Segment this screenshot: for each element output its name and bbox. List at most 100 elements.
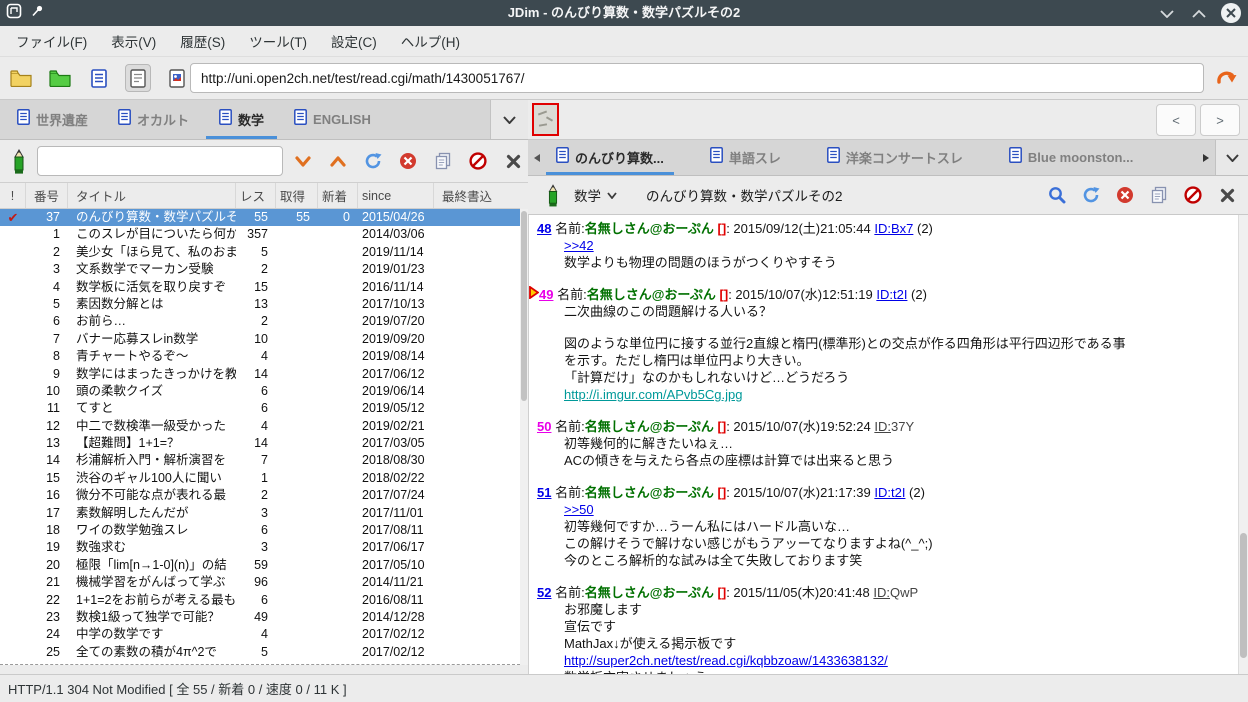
search-down-icon[interactable] <box>294 152 312 170</box>
thread-tab[interactable]: Blue moonston... <box>999 140 1143 175</box>
copy-icon[interactable] <box>1150 186 1168 204</box>
image-link[interactable]: http://i.imgur.com/APvb5Cg.jpg <box>564 387 742 402</box>
statusbar: HTTP/1.1 304 Not Modified [ 全 55 / 新着 0 … <box>0 674 1248 702</box>
column-last[interactable]: 最終書込 <box>434 183 520 208</box>
column-new[interactable]: 新着 <box>318 183 358 208</box>
close-icon[interactable] <box>1220 2 1242 24</box>
post-number-link[interactable]: 49 <box>539 287 553 302</box>
menu-item[interactable]: ツール(T) <box>237 26 319 56</box>
table-row[interactable]: ✔ 10 頭の柔軟クイズ 6 2019/06/14 <box>0 383 520 400</box>
table-row[interactable]: ✔ 37 のんびり算数・数学パズルその２ 55 55 0 2015/04/26 <box>0 209 520 227</box>
message-scrollbar[interactable] <box>1238 215 1248 674</box>
table-row[interactable]: ✔ 11 てすと 6 2019/05/12 <box>0 400 520 417</box>
board-tab[interactable]: 数学 <box>206 100 277 139</box>
thread-tab[interactable]: のんびり算数... <box>546 140 674 175</box>
stop-icon[interactable] <box>1116 186 1134 204</box>
write-icon[interactable] <box>9 148 31 175</box>
table-row[interactable]: ✔ 9 数学にはまったきっかけを教 14 2017/06/12 <box>0 366 520 383</box>
post-number-link[interactable]: 51 <box>537 485 551 500</box>
threadlist-button[interactable] <box>86 64 112 92</box>
abone-icon[interactable] <box>1184 186 1202 204</box>
close-tab-icon[interactable] <box>1218 186 1236 204</box>
minimize-icon[interactable] <box>1156 2 1178 24</box>
post-number-link[interactable]: 48 <box>537 221 551 236</box>
thread-tab[interactable]: 洋楽コンサートスレ <box>817 140 973 175</box>
image-tab-thumbnail[interactable] <box>532 103 559 136</box>
table-row[interactable]: ✔ 4 数学板に活気を取り戻すぞ 15 2016/11/14 <box>0 279 520 296</box>
search-icon[interactable] <box>1048 186 1066 204</box>
column-since[interactable]: since <box>358 183 434 208</box>
table-row[interactable]: ✔ 20 極限「lim[n→1-0](n)」の結 59 2017/05/10 <box>0 557 520 574</box>
column-res[interactable]: レス <box>236 183 276 208</box>
table-row[interactable]: ✔ 16 微分不可能な点が表れる最 2 2017/07/24 <box>0 487 520 504</box>
favorites-button[interactable] <box>47 64 73 92</box>
table-row[interactable]: ✔ 7 バナー応募スレin数学 10 2019/09/20 <box>0 331 520 348</box>
post-date: : 2015/10/07(水)21:17:39 <box>726 485 875 500</box>
table-row[interactable]: ✔ 5 素因数分解とは 13 2017/10/13 <box>0 296 520 313</box>
post-number-link[interactable]: 50 <box>537 419 551 434</box>
column-got[interactable]: 取得 <box>276 183 318 208</box>
board-tab-list-button[interactable] <box>490 100 528 139</box>
menu-item[interactable]: 表示(V) <box>99 26 168 56</box>
table-row[interactable]: ✔ 2 美少女「ほら見て、私のおま 5 2019/11/14 <box>0 244 520 261</box>
table-row[interactable]: ✔ 1 このスレが目についたら何か 357 2014/03/06 <box>0 226 520 243</box>
tab-scroll-left-icon[interactable] <box>528 140 546 175</box>
url-input[interactable] <box>190 63 1204 93</box>
poster-id-link[interactable]: ID:t2I <box>874 485 905 500</box>
reload-icon[interactable] <box>364 152 382 170</box>
maximize-icon[interactable] <box>1188 2 1210 24</box>
table-row[interactable]: ✔ 14 杉浦解析入門・解析演習を 7 2018/08/30 <box>0 452 520 469</box>
board-select[interactable]: 数学 <box>574 176 617 214</box>
board-tab[interactable]: 世界遺産 <box>4 100 101 139</box>
poster-id-link[interactable]: ID:t2I <box>876 287 907 302</box>
anchor-link[interactable]: >>50 <box>564 502 594 517</box>
boardlist-button[interactable] <box>8 64 34 92</box>
article-view-button[interactable] <box>125 64 151 92</box>
anchor-link[interactable]: http://super2ch.net/test/read.cgi/kqbbzo… <box>564 653 888 668</box>
table-row[interactable]: ✔ 13 【超難問】1+1=？ 14 2017/03/05 <box>0 435 520 452</box>
poster-id-link[interactable]: ID:Bx7 <box>874 221 913 236</box>
table-row[interactable]: ✔ 6 お前ら… 2 2019/07/20 <box>0 313 520 330</box>
column-mark[interactable]: ! <box>0 183 26 208</box>
table-row[interactable]: ✔ 18 ワイの数学勉強スレ 6 2017/08/11 <box>0 522 520 539</box>
abone-icon[interactable] <box>469 152 487 170</box>
menu-item[interactable]: 履歴(S) <box>168 26 237 56</box>
stop-icon[interactable] <box>399 152 417 170</box>
table-row[interactable]: ✔ 17 素数解明したんだが 3 2017/11/01 <box>0 505 520 522</box>
search-up-icon[interactable] <box>329 152 347 170</box>
table-row[interactable]: ✔ 21 機械学習をがんばって学ぶ 96 2014/11/21 <box>0 574 520 591</box>
copy-icon[interactable] <box>434 152 452 170</box>
anchor-link[interactable]: >>42 <box>564 238 594 253</box>
thread-list-scrollbar[interactable] <box>520 209 528 665</box>
table-row[interactable]: ✔ 26 <box>0 661 520 664</box>
post-number-link[interactable]: 52 <box>537 585 551 600</box>
close-tab-icon[interactable] <box>504 152 522 170</box>
next-view-button[interactable]: > <box>1200 104 1240 136</box>
write-icon[interactable] <box>544 184 564 208</box>
board-tab[interactable]: ENGLISH <box>281 100 384 139</box>
column-title[interactable]: タイトル <box>68 183 236 208</box>
go-icon[interactable] <box>1212 65 1240 91</box>
thread-tab-list-button[interactable] <box>1215 140 1248 175</box>
table-row[interactable]: ✔ 12 中二で数検準一級受かった 4 2019/02/21 <box>0 418 520 435</box>
thread-tab[interactable]: 単語スレ <box>700 140 791 175</box>
tab-scroll-right-icon[interactable] <box>1197 140 1215 175</box>
table-row[interactable]: ✔ 3 文系数学でマーカン受験 2 2019/01/23 <box>0 261 520 278</box>
poster-name: 名無しさん@おーぷん <box>584 485 714 500</box>
board-search-input[interactable] <box>37 146 283 176</box>
menu-item[interactable]: 設定(C) <box>319 26 389 56</box>
table-row[interactable]: ✔ 24 中学の数学です 4 2017/02/12 <box>0 626 520 643</box>
table-row[interactable]: ✔ 8 青チャートやるぞ～ 4 2019/08/14 <box>0 348 520 365</box>
board-tab[interactable]: オカルト <box>105 100 202 139</box>
table-row[interactable]: ✔ 19 数強求む 3 2017/06/17 <box>0 539 520 556</box>
table-row[interactable]: ✔ 23 数検1級って独学で可能？ 49 2014/12/28 <box>0 609 520 626</box>
table-row[interactable]: ✔ 22 1+1=2をお前らが考える最も 6 2016/08/11 <box>0 592 520 609</box>
prev-view-button[interactable]: < <box>1156 104 1196 136</box>
column-number[interactable]: 番号 <box>26 183 68 208</box>
table-row[interactable]: ✔ 15 渋谷のギャル100人に聞い 1 2018/02/22 <box>0 470 520 487</box>
menu-item[interactable]: ヘルプ(H) <box>389 26 472 56</box>
table-row[interactable]: ✔ 25 全ての素数の積が4π^2で 5 2017/02/12 <box>0 644 520 661</box>
image-view-button[interactable] <box>164 64 190 92</box>
reload-icon[interactable] <box>1082 186 1100 204</box>
menu-item[interactable]: ファイル(F) <box>4 26 99 56</box>
